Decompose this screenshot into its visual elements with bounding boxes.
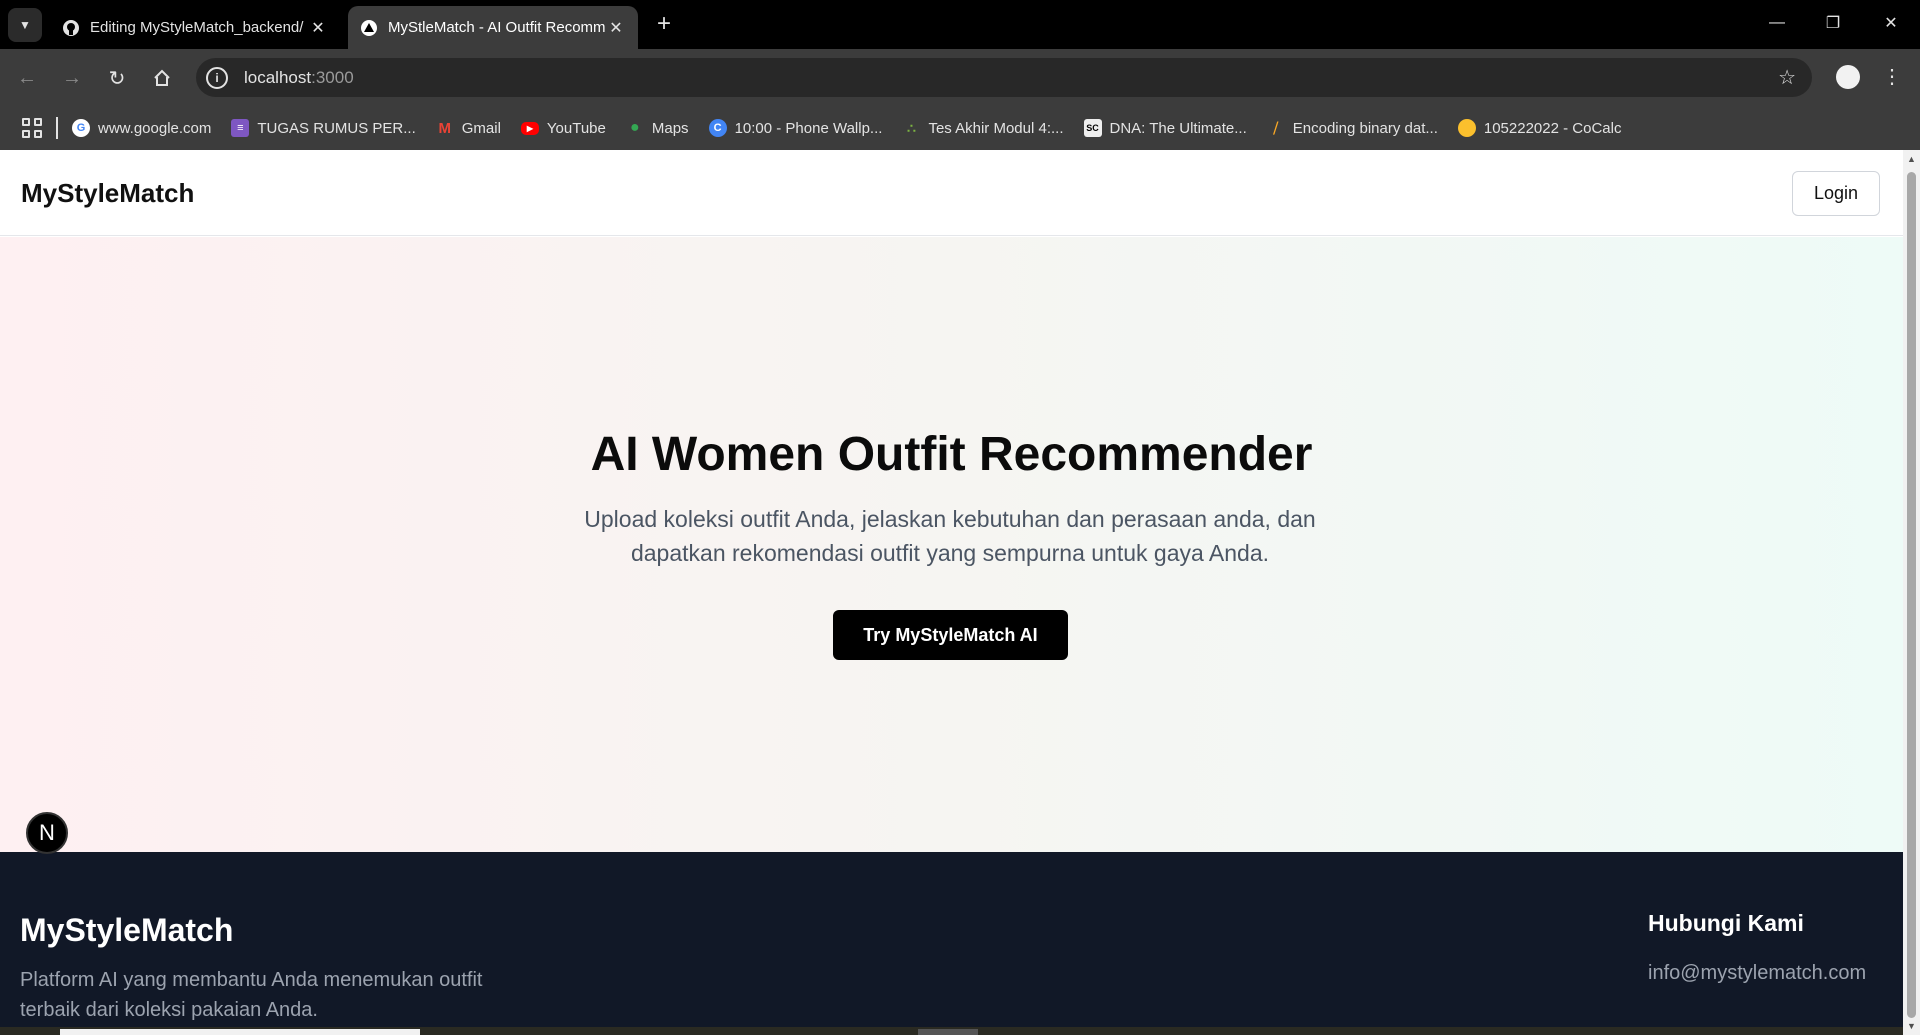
tab-mystylematch[interactable]: MyStleMatch - AI Outfit Recomm ✕ bbox=[348, 6, 638, 49]
maps-icon: ● bbox=[630, 119, 640, 136]
youtube-icon: ▶ bbox=[520, 121, 539, 135]
try-ai-button[interactable]: Try MyStyleMatch AI bbox=[833, 610, 1068, 660]
forms-icon: ≡ bbox=[231, 119, 250, 137]
nextjs-dev-indicator[interactable]: N bbox=[26, 812, 68, 854]
bookmark-gmail[interactable]: M Gmail bbox=[436, 119, 501, 137]
forward-button[interactable]: → bbox=[57, 63, 87, 93]
chevron-down-icon: ▼ bbox=[19, 18, 31, 32]
bookmark-tes-akhir[interactable]: ∴ Tes Akhir Modul 4:... bbox=[902, 119, 1064, 137]
login-button[interactable]: Login bbox=[1792, 171, 1880, 216]
dna-icon: SC bbox=[1083, 119, 1102, 137]
footer-email-link[interactable]: info@mystylematch.com bbox=[1648, 962, 1866, 985]
address-bar[interactable]: i localhost:3000 ☆ bbox=[196, 58, 1812, 97]
restore-button[interactable]: ❐ bbox=[1813, 8, 1853, 38]
github-icon bbox=[63, 19, 79, 36]
tab-search-button[interactable]: ▼ bbox=[8, 8, 42, 42]
footer-logo: MyStyleMatch bbox=[20, 912, 234, 948]
gmail-icon: M bbox=[438, 119, 452, 137]
cocalc-icon bbox=[1457, 119, 1476, 137]
dots-icon: ∴ bbox=[906, 119, 916, 136]
bookmark-dna[interactable]: SC DNA: The Ultimate... bbox=[1083, 119, 1247, 137]
hero-section: AI Women Outfit Recommender Upload kolek… bbox=[0, 237, 1903, 852]
menu-kebab-icon[interactable]: ⋮ bbox=[1880, 61, 1904, 91]
footer-contact-title: Hubungi Kami bbox=[1648, 910, 1804, 936]
bookmarks-bar: Gwww.google.com ≡ TUGAS RUMUS PER... M Gma… bbox=[0, 106, 1920, 150]
wallpaper-icon: C bbox=[708, 119, 727, 137]
arrow-left-icon: ← bbox=[17, 66, 37, 89]
bookmark-google[interactable]: Gwww.google.com bbox=[72, 119, 211, 137]
minimize-button[interactable]: — bbox=[1757, 8, 1797, 38]
bookmark-star-icon[interactable]: ☆ bbox=[1778, 65, 1796, 90]
bookmark-encoding[interactable]: ⧸ Encoding binary dat... bbox=[1267, 119, 1437, 137]
bookmark-tugas[interactable]: ≡ TUGAS RUMUS PER... bbox=[231, 119, 416, 137]
scroll-down-icon[interactable]: ▼ bbox=[1906, 1021, 1917, 1031]
bookmark-youtube[interactable]: ▶ YouTube bbox=[520, 120, 606, 137]
home-icon bbox=[154, 69, 170, 86]
bottom-strip-segment bbox=[60, 1029, 420, 1035]
scroll-up-icon[interactable]: ▲ bbox=[1906, 154, 1917, 164]
reload-icon: ↻ bbox=[108, 67, 126, 90]
arrow-right-icon: → bbox=[62, 66, 82, 89]
close-icon[interactable]: ✕ bbox=[308, 18, 328, 38]
hero-subtitle: Upload koleksi outfit Anda, jelaskan keb… bbox=[584, 506, 1316, 566]
nextjs-triangle-icon bbox=[361, 19, 377, 36]
site-info-icon[interactable]: i bbox=[206, 66, 228, 89]
back-button[interactable]: ← bbox=[12, 63, 42, 93]
bottom-strip-segment bbox=[918, 1029, 978, 1035]
footer-description: Platform AI yang membantu Anda menemukan… bbox=[20, 969, 483, 1021]
close-icon[interactable]: ✕ bbox=[606, 18, 626, 38]
home-button[interactable] bbox=[147, 63, 177, 93]
tab-title: Editing MyStyleMatch_backend/ bbox=[90, 19, 304, 36]
profile-avatar[interactable] bbox=[1836, 65, 1860, 89]
page-scrollbar[interactable]: ▲ ▼ bbox=[1903, 150, 1920, 1035]
hero-title: AI Women Outfit Recommender bbox=[590, 428, 1313, 481]
site-footer: MyStyleMatch Platform AI yang membantu A… bbox=[0, 852, 1903, 1035]
close-window-button[interactable]: ✕ bbox=[1871, 8, 1911, 38]
bottom-strip bbox=[0, 1027, 1903, 1035]
tab-github-editor[interactable]: Editing MyStyleMatch_backend/ ✕ bbox=[50, 6, 340, 49]
new-tab-button[interactable]: + bbox=[650, 10, 678, 38]
bookmark-wallpaper[interactable]: C 10:00 - Phone Wallp... bbox=[708, 119, 882, 137]
bookmark-cocalc[interactable]: 105222022 - CoCalc bbox=[1457, 119, 1621, 137]
bookmark-separator bbox=[56, 117, 58, 139]
url-text: localhost:3000 bbox=[244, 67, 354, 87]
tab-strip: ▼ Editing MyStyleMatch_backend/ ✕ MyStle… bbox=[0, 0, 1920, 49]
tab-title: MyStleMatch - AI Outfit Recomm bbox=[388, 19, 606, 36]
google-icon: G bbox=[72, 119, 90, 137]
stripes-icon: ⧸ bbox=[1273, 119, 1279, 136]
reload-button[interactable]: ↻ bbox=[102, 63, 132, 93]
site-logo[interactable]: MyStyleMatch bbox=[21, 178, 194, 209]
apps-grid-icon[interactable] bbox=[20, 116, 44, 140]
scrollbar-thumb[interactable] bbox=[1907, 172, 1916, 1018]
site-header: MyStyleMatch Login bbox=[0, 150, 1903, 236]
page-viewport: MyStyleMatch Login AI Women Outfit Recom… bbox=[0, 150, 1903, 1035]
bookmark-maps[interactable]: ● Maps bbox=[626, 119, 689, 137]
browser-toolbar: ← → ↻ i localhost:3000 ☆ ⋮ bbox=[0, 49, 1920, 106]
